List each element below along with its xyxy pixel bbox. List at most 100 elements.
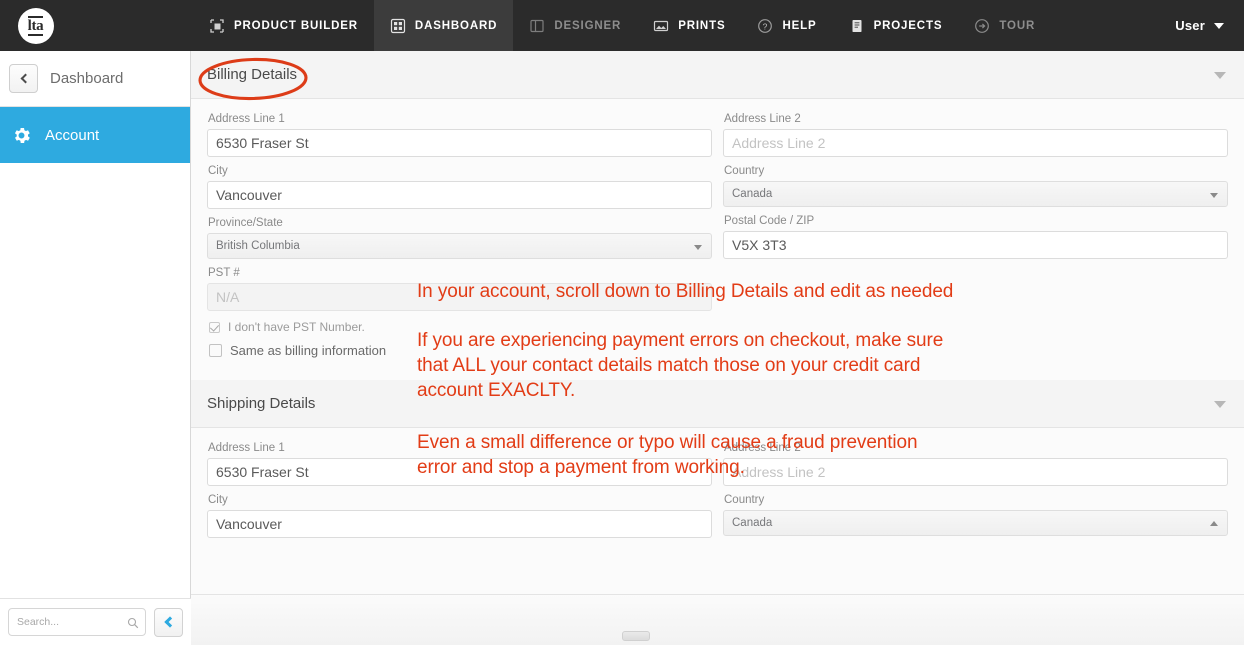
label-billing-address-line-2: Address Line 2 <box>724 113 801 125</box>
shipping-address-line-2[interactable] <box>723 458 1228 486</box>
nav-label-product-builder: PRODUCT BUILDER <box>234 19 358 32</box>
field-billing-province: Province/State British Columbia <box>207 217 712 259</box>
label-shipping-city: City <box>208 494 228 506</box>
top-navigation-bar: lta PRODUCT BUILDER DASHBOARD DESIGNER P… <box>0 0 1244 51</box>
search-input[interactable] <box>8 608 146 636</box>
sidebar-back-label: Dashboard <box>50 70 124 87</box>
nav-item-dashboard[interactable]: DASHBOARD <box>373 0 514 51</box>
sidebar-collapse-button[interactable] <box>154 607 183 637</box>
billing-details-form: Address Line 1 City Province/State Briti… <box>191 99 1244 358</box>
checkbox-box-checked-icon <box>209 321 220 333</box>
drag-handle[interactable] <box>622 631 650 641</box>
crop-frame-icon <box>209 18 225 34</box>
bottom-panel <box>191 595 1244 645</box>
back-button[interactable] <box>9 64 38 93</box>
label-shipping-country: Country <box>724 494 765 506</box>
sidebar-back-dashboard[interactable]: Dashboard <box>0 51 190 107</box>
billing-country-value: Canada <box>732 188 773 200</box>
billing-province-value: British Columbia <box>216 240 300 252</box>
checkbox-box-icon <box>209 344 222 357</box>
nav-label-help: HELP <box>782 19 817 32</box>
section-header-billing-details[interactable]: Billing Details <box>191 51 1244 99</box>
shipping-city[interactable] <box>207 510 712 538</box>
billing-col-left-1: Address Line 1 City Province/State Briti… <box>207 108 712 358</box>
billing-city[interactable] <box>207 181 712 209</box>
shipping-address-line-1[interactable] <box>207 458 712 486</box>
document-icon <box>849 18 865 34</box>
no-pst-number-label: I don't have PST Number. <box>228 320 365 334</box>
user-menu-label: User <box>1175 18 1205 33</box>
shipping-col-left-1: Address Line 1 City <box>207 437 712 546</box>
field-shipping-address-line-1: Address Line 1 <box>207 442 712 486</box>
label-billing-postal-code: Postal Code / ZIP <box>724 215 815 227</box>
caret-down-icon <box>1214 22 1224 29</box>
label-billing-country: Country <box>724 165 765 177</box>
nav-item-tour[interactable]: TOUR <box>958 0 1051 51</box>
field-billing-city: City <box>207 165 712 209</box>
section-title-billing-details: Billing Details <box>207 66 298 83</box>
field-billing-pst-number: PST # <box>207 267 712 311</box>
label-shipping-address-line-2: Address Line 2 <box>724 442 801 454</box>
shipping-country-value: Canada <box>732 517 773 529</box>
billing-country-select[interactable]: Canada <box>723 181 1228 207</box>
user-menu[interactable]: User <box>1175 18 1244 33</box>
chevron-down-icon[interactable] <box>1214 401 1226 408</box>
layout-panel-icon <box>529 18 545 34</box>
billing-row-1: Address Line 1 City Province/State Briti… <box>207 108 1228 358</box>
nav-label-projects: PROJECTS <box>873 19 943 32</box>
chevron-up-icon <box>1210 521 1218 526</box>
shipping-row-1: Address Line 1 City Address Line 2 Count… <box>207 437 1228 546</box>
section-header-shipping-details[interactable]: Shipping Details <box>191 380 1244 428</box>
chevron-down-icon <box>694 245 702 250</box>
field-shipping-city: City <box>207 494 712 538</box>
nav-item-designer[interactable]: DESIGNER <box>513 0 637 51</box>
svg-text:?: ? <box>763 21 768 31</box>
nav-label-prints: PRINTS <box>678 19 726 32</box>
label-billing-pst-number: PST # <box>208 267 240 279</box>
nav-item-product-builder[interactable]: PRODUCT BUILDER <box>193 0 374 51</box>
label-shipping-address-line-1: Address Line 1 <box>208 442 285 454</box>
sidebar-footer <box>0 598 191 645</box>
billing-pst-number <box>207 283 712 311</box>
shipping-col-right-1: Address Line 2 Country Canada <box>723 437 1228 546</box>
picture-icon <box>653 18 669 34</box>
arrow-right-circle-icon <box>974 18 990 34</box>
chevron-down-icon[interactable] <box>1214 72 1226 79</box>
nav-item-projects[interactable]: PROJECTS <box>833 0 959 51</box>
gear-icon <box>11 125 32 146</box>
field-billing-country: Country Canada <box>723 165 1228 207</box>
nav-label-designer: DESIGNER <box>554 19 622 32</box>
same-as-billing-checkbox[interactable]: Same as billing information <box>209 343 712 358</box>
section-title-shipping-details: Shipping Details <box>207 395 316 412</box>
billing-col-right-1: Address Line 2 Country Canada Postal Cod… <box>723 108 1228 358</box>
chevron-left-icon <box>20 73 30 84</box>
billing-province-select[interactable]: British Columbia <box>207 233 712 259</box>
nav-item-prints[interactable]: PRINTS <box>637 0 741 51</box>
billing-address-line-2[interactable] <box>723 129 1228 157</box>
field-shipping-country: Country Canada <box>723 494 1228 536</box>
sidebar-item-label-account: Account <box>45 126 100 144</box>
grid-squares-icon <box>390 18 406 34</box>
nav-label-tour: TOUR <box>999 19 1036 32</box>
chevron-down-icon <box>1210 193 1218 198</box>
field-shipping-address-line-2: Address Line 2 <box>723 442 1228 486</box>
search-field-wrapper <box>8 608 146 636</box>
sidebar-item-account[interactable]: Account <box>0 107 190 163</box>
field-billing-address-line-2: Address Line 2 <box>723 113 1228 157</box>
field-billing-address-line-1: Address Line 1 <box>207 113 712 157</box>
brand-logo[interactable]: lta <box>8 0 63 51</box>
sidebar: Dashboard Account <box>0 51 191 645</box>
brand-mark-text: lta <box>27 15 44 36</box>
no-pst-number-checkbox[interactable]: I don't have PST Number. <box>209 320 712 334</box>
label-billing-city: City <box>208 165 228 177</box>
main-content: Billing Details Address Line 1 City Prov… <box>191 51 1244 645</box>
nav-item-help[interactable]: ? HELP <box>741 0 832 51</box>
question-circle-icon: ? <box>757 18 773 34</box>
shipping-details-form: Address Line 1 City Address Line 2 Count… <box>191 428 1244 546</box>
shipping-country-select[interactable]: Canada <box>723 510 1228 536</box>
label-billing-province: Province/State <box>208 217 283 229</box>
billing-address-line-1[interactable] <box>207 129 712 157</box>
chevron-left-icon <box>164 616 176 628</box>
billing-postal-code[interactable] <box>723 231 1228 259</box>
nav-label-dashboard: DASHBOARD <box>414 19 498 32</box>
